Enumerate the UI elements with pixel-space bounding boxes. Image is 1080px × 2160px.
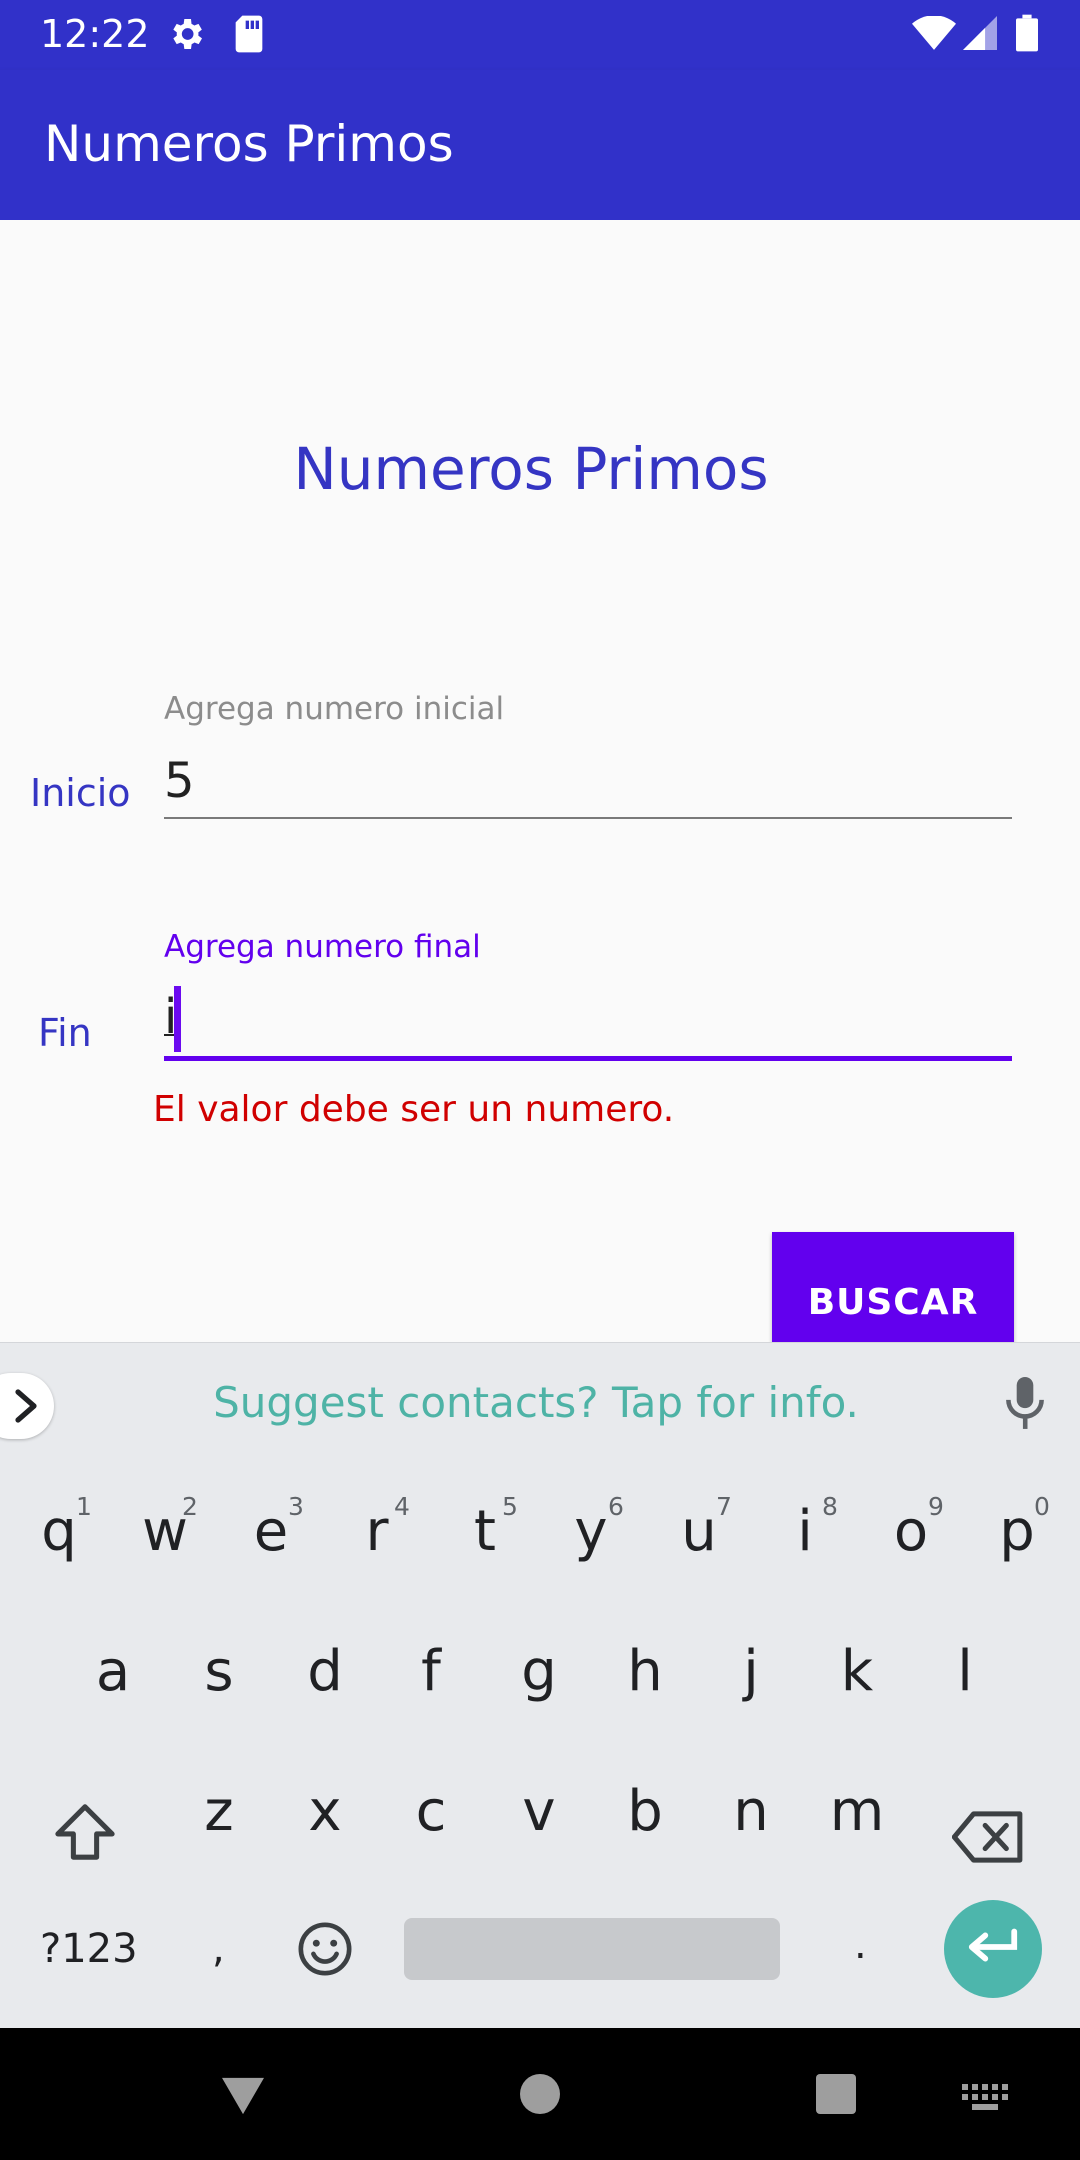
inicio-label: Inicio	[30, 771, 131, 815]
key-hint: 5	[502, 1492, 518, 1521]
key-c[interactable]: c	[378, 1752, 484, 1872]
backspace-icon	[951, 1786, 1026, 1906]
key-p[interactable]: p0	[964, 1472, 1070, 1592]
key-z[interactable]: z	[166, 1752, 272, 1872]
inicio-underline	[164, 817, 1012, 819]
key-y[interactable]: y6	[538, 1472, 644, 1592]
app-bar: Numeros Primos	[0, 70, 1080, 220]
enter-key[interactable]	[944, 1900, 1042, 1998]
key-g[interactable]: g	[486, 1612, 592, 1732]
recents-icon[interactable]	[816, 2074, 856, 2118]
key-a[interactable]: a	[60, 1612, 166, 1732]
page-title: Numeros Primos	[293, 435, 769, 503]
key-letter: u	[681, 1499, 717, 1564]
key-i[interactable]: i8	[752, 1472, 858, 1592]
key-s[interactable]: s	[166, 1612, 272, 1732]
symbols-key[interactable]: ?123	[40, 1924, 138, 1974]
key-letter: o	[893, 1499, 929, 1564]
home-icon[interactable]	[520, 2074, 560, 2118]
key-x[interactable]: x	[272, 1752, 378, 1872]
key-hint: 4	[394, 1492, 410, 1521]
wifi-icon	[912, 15, 956, 54]
signal-icon	[962, 16, 998, 54]
inicio-input[interactable]: 5	[164, 752, 195, 810]
keyboard-suggestion-bar: Suggest contacts? Tap for info.	[0, 1342, 1080, 1464]
backspace-key[interactable]	[940, 1752, 1046, 1872]
key-k[interactable]: k	[804, 1612, 910, 1732]
sd-card-icon	[232, 14, 266, 58]
key-letter: t	[474, 1499, 496, 1564]
suggest-contacts-text[interactable]: Suggest contacts? Tap for info.	[0, 1377, 1072, 1429]
fin-hint: Agrega numero final	[164, 929, 481, 965]
period-key[interactable]: .	[854, 1920, 867, 1970]
key-letter: e	[253, 1499, 289, 1564]
key-q[interactable]: q1	[6, 1472, 112, 1592]
key-j[interactable]: j	[698, 1612, 804, 1732]
back-icon[interactable]	[220, 2074, 266, 2120]
key-u[interactable]: u7	[646, 1472, 752, 1592]
key-w[interactable]: w2	[112, 1472, 218, 1592]
fin-underline	[164, 1056, 1012, 1061]
key-v[interactable]: v	[486, 1752, 592, 1872]
gear-icon	[166, 14, 206, 58]
key-hint: 8	[822, 1492, 838, 1521]
fin-error-message: El valor debe ser un numero.	[153, 1089, 675, 1130]
key-hint: 2	[182, 1492, 198, 1521]
key-letter: q	[41, 1499, 77, 1564]
key-letter: y	[574, 1499, 608, 1564]
text-cursor	[174, 986, 181, 1052]
main-content: Numeros Primos Inicio Agrega numero inic…	[0, 220, 1080, 1342]
status-bar: 12:22	[0, 0, 1080, 70]
key-f[interactable]: f	[378, 1612, 484, 1732]
buscar-button[interactable]: BUSCAR	[772, 1232, 1014, 1342]
navigation-bar	[0, 2028, 1080, 2160]
emoji-icon[interactable]	[296, 1920, 354, 1982]
key-hint: 0	[1034, 1492, 1050, 1521]
key-hint: 3	[288, 1492, 304, 1521]
enter-icon	[966, 1927, 1020, 1971]
shift-icon	[54, 1784, 116, 1904]
key-l[interactable]: l	[912, 1612, 1018, 1732]
key-d[interactable]: d	[272, 1612, 378, 1732]
shift-key[interactable]	[32, 1752, 138, 1872]
status-time: 12:22	[40, 12, 150, 56]
key-o[interactable]: o9	[858, 1472, 964, 1592]
key-hint: 9	[928, 1492, 944, 1521]
key-hint: 6	[608, 1492, 624, 1521]
fin-label: Fin	[38, 1011, 92, 1055]
key-letter: i	[797, 1499, 813, 1564]
key-e[interactable]: e3	[218, 1472, 324, 1592]
key-b[interactable]: b	[592, 1752, 698, 1872]
key-letter: p	[999, 1499, 1035, 1564]
battery-icon	[1016, 14, 1038, 56]
comma-key[interactable]: ,	[212, 1924, 225, 1974]
app-title: Numeros Primos	[44, 115, 454, 173]
key-n[interactable]: n	[698, 1752, 804, 1872]
key-hint: 7	[716, 1492, 732, 1521]
key-h[interactable]: h	[592, 1612, 698, 1732]
key-r[interactable]: r4	[324, 1472, 430, 1592]
space-key[interactable]	[404, 1918, 780, 1980]
keyboard-switch-icon[interactable]	[962, 2084, 1010, 2114]
key-hint: 1	[76, 1492, 92, 1521]
inicio-hint: Agrega numero inicial	[164, 691, 505, 727]
key-t[interactable]: t5	[432, 1472, 538, 1592]
key-letter: r	[365, 1499, 389, 1564]
key-m[interactable]: m	[804, 1752, 910, 1872]
mic-icon[interactable]	[1004, 1377, 1046, 1435]
